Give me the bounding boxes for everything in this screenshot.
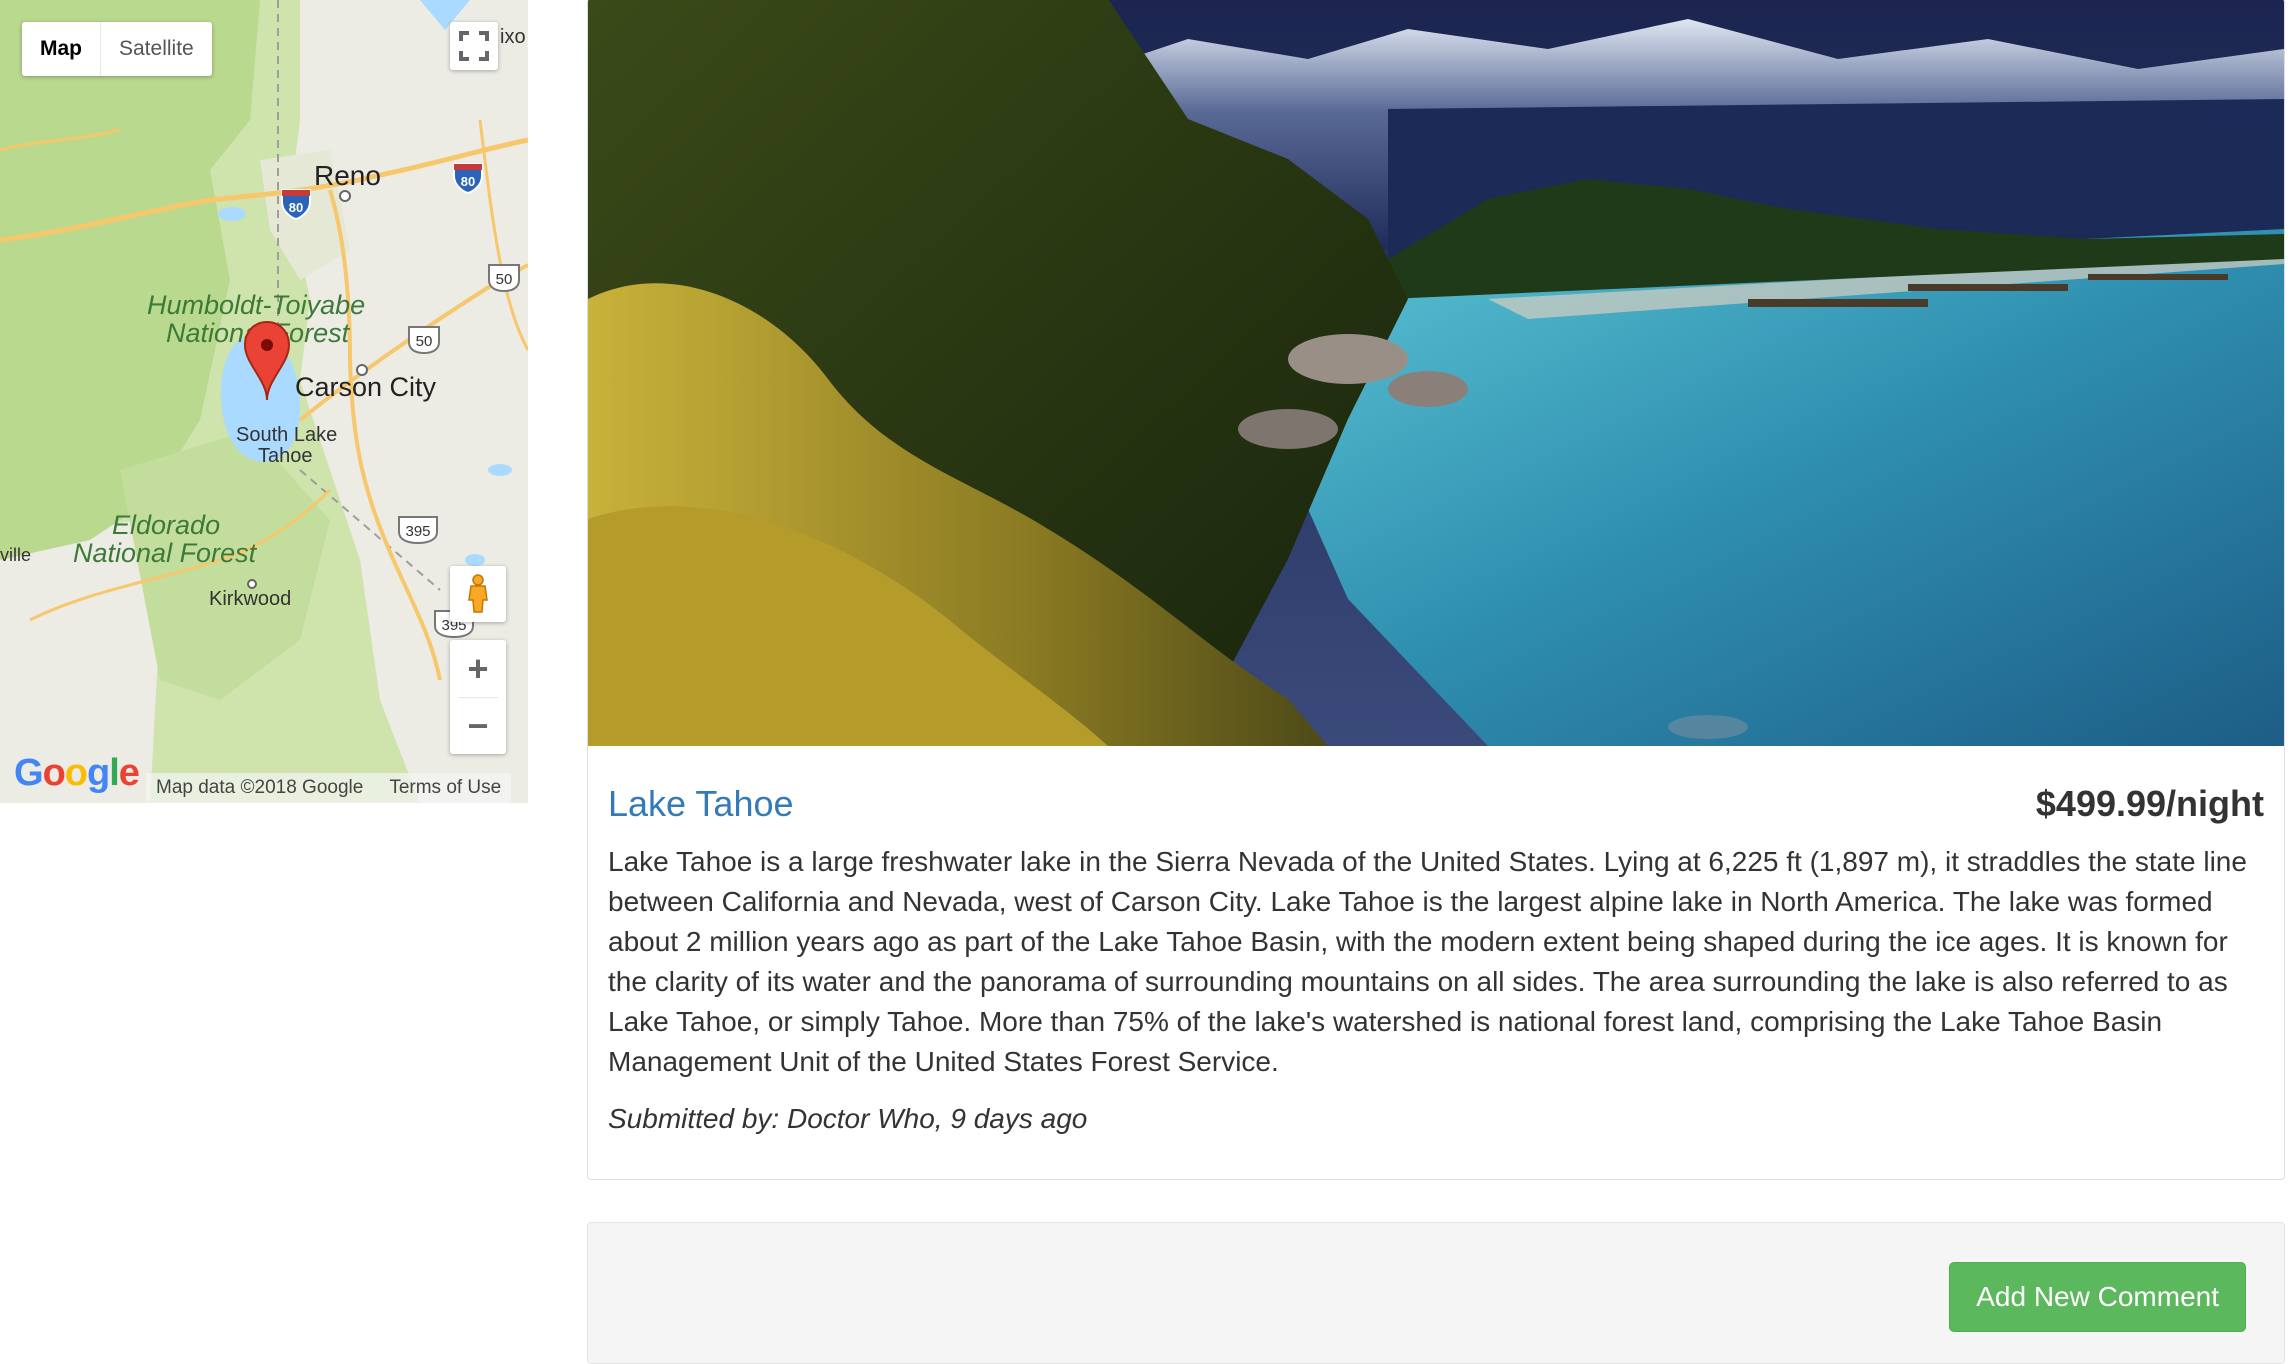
- location-map[interactable]: Reno Humboldt-Toiyabe National Forest Ca…: [0, 0, 528, 803]
- map-attribution: Map data ©2018 Google Terms of Use: [146, 773, 512, 803]
- pegman-icon: [468, 574, 488, 613]
- map-type-map-button[interactable]: Map: [22, 22, 100, 76]
- campground-image: [588, 0, 2284, 746]
- map-data-credit: Map data ©2018 Google: [156, 777, 364, 798]
- map-type-satellite-button[interactable]: Satellite: [100, 22, 212, 76]
- submitted-by: Submitted by: Doctor Who, 9 days ago: [608, 1103, 1088, 1134]
- add-new-comment-button[interactable]: Add New Comment: [1949, 1262, 2246, 1332]
- title-row: Lake Tahoe $499.99/night: [608, 783, 2264, 827]
- fullscreen-icon: [459, 31, 489, 61]
- terms-of-use-link[interactable]: Terms of Use: [389, 773, 501, 803]
- map-type-control: Map Satellite: [22, 22, 212, 76]
- campground-title-link[interactable]: Lake Tahoe: [608, 783, 794, 825]
- zoom-in-button[interactable]: +: [450, 641, 506, 697]
- campground-description: Lake Tahoe is a large freshwater lake in…: [608, 846, 2247, 1077]
- campground-price: $499.99/night: [2035, 783, 2264, 824]
- location-marker-icon[interactable]: [243, 320, 291, 404]
- zoom-control: + −: [450, 640, 506, 754]
- street-view-button[interactable]: [450, 566, 506, 622]
- google-logo[interactable]: Google: [14, 752, 140, 795]
- comments-well: Add New Comment: [587, 1222, 2285, 1364]
- zoom-out-button[interactable]: −: [450, 698, 506, 754]
- lake-photo: [588, 0, 2284, 746]
- fullscreen-button[interactable]: [450, 22, 498, 70]
- map-footer: Google Map data ©2018 Google Terms of Us…: [0, 752, 528, 803]
- campground-card: Lake Tahoe $499.99/night Lake Tahoe is a…: [587, 0, 2285, 1180]
